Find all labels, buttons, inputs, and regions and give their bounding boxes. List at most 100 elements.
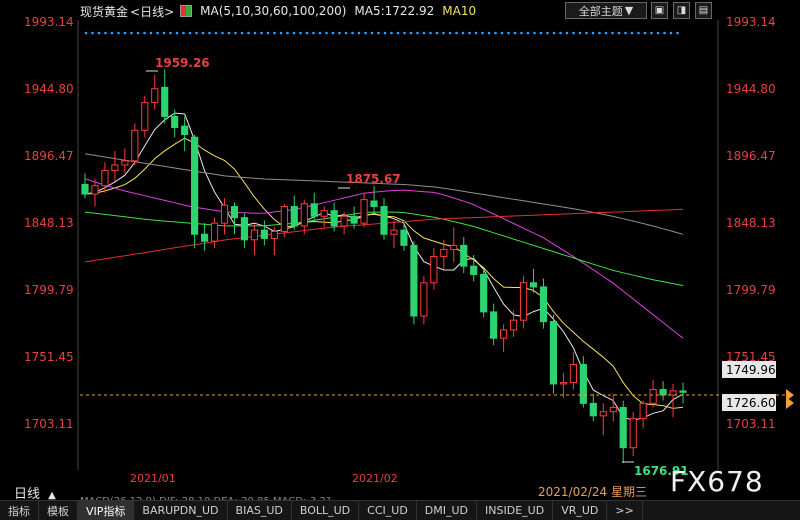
top-dot: [546, 31, 549, 35]
candle-down: [230, 206, 239, 219]
candle-up: [250, 229, 259, 241]
tab-barupdn[interactable]: BARUPDN_UD: [134, 501, 228, 520]
window-list-icon[interactable]: ▤: [695, 2, 712, 19]
y-tick-left: 1993.14: [24, 15, 74, 29]
top-dot: [637, 31, 640, 35]
tab-indicators[interactable]: 指标: [0, 501, 39, 520]
candle-down: [290, 206, 298, 227]
top-dot: [513, 31, 517, 35]
theme-select-button[interactable]: 全部主题 ▼: [565, 2, 647, 19]
candle-up: [320, 210, 328, 217]
candle-down: [659, 389, 667, 396]
top-dot: [572, 31, 575, 35]
candle-down: [171, 115, 179, 129]
candle-up: [519, 282, 528, 321]
tab-templates[interactable]: 模板: [39, 501, 78, 520]
candle-down: [191, 136, 199, 235]
candle-up: [440, 249, 448, 257]
top-dot: [448, 31, 452, 35]
top-dot: [455, 31, 458, 35]
top-dot: [364, 31, 367, 35]
top-dot: [409, 31, 413, 35]
candle-up: [270, 230, 278, 239]
top-dot: [598, 31, 601, 35]
top-dot: [156, 31, 159, 35]
top-dot: [214, 31, 218, 35]
x-tick-label: 2021/02: [352, 472, 398, 485]
top-dot: [500, 31, 504, 35]
top-dot: [630, 31, 634, 35]
top-dot: [461, 31, 465, 35]
top-dot: [494, 31, 497, 35]
candle-up: [669, 390, 677, 396]
tab-boll[interactable]: BOLL_UD: [292, 501, 360, 520]
top-dot: [344, 31, 348, 35]
candlestick-chart[interactable]: 1993.14 1993.14 1944.80 1944.80 1896.47 1896.…: [0, 0, 800, 500]
top-dot: [507, 31, 510, 35]
top-dot: [422, 31, 426, 35]
candle-up: [599, 411, 607, 417]
candle-up: [639, 402, 647, 420]
ma5-value: MA5:1722.92: [354, 4, 435, 18]
top-dot: [370, 31, 374, 35]
y-tick-left: 1848.13: [24, 216, 74, 230]
top-dot: [195, 31, 198, 35]
top-dot: [624, 31, 627, 35]
top-dot: [299, 31, 302, 35]
tab-cci[interactable]: CCI_UD: [359, 501, 417, 520]
candle-down: [370, 200, 378, 208]
tab-more[interactable]: >>: [607, 501, 643, 520]
candle-down: [240, 217, 249, 241]
price-tag-current: 1726.60: [726, 396, 776, 410]
top-dot: [474, 31, 478, 35]
top-dot: [481, 31, 484, 35]
candle-up: [629, 418, 637, 449]
candle-down: [539, 286, 548, 323]
candle-down: [201, 233, 209, 242]
candle-down: [310, 203, 318, 217]
top-dot: [260, 31, 263, 35]
tab-vr[interactable]: VR_UD: [553, 501, 608, 520]
tab-vip-indicators[interactable]: VIP指标: [78, 501, 135, 520]
candle-down: [490, 311, 498, 339]
candle-down: [81, 183, 89, 195]
top-dot: [429, 31, 432, 35]
top-dot: [273, 31, 276, 35]
top-dot: [149, 31, 153, 35]
candle-down: [410, 244, 418, 317]
y-tick-right: 1848.13: [726, 216, 776, 230]
top-dot: [136, 31, 140, 35]
y-tick-left: 1799.79: [24, 283, 74, 297]
tab-dmi[interactable]: DMI_UD: [417, 501, 478, 520]
candle-up: [450, 244, 458, 251]
top-dot: [650, 31, 653, 35]
ma10-label: MA10: [442, 4, 477, 18]
ma-params-label[interactable]: MA(5,10,30,60,100,200): [200, 4, 346, 18]
window-restore-icon[interactable]: ▣: [651, 2, 668, 19]
ma-settings-icon[interactable]: [180, 5, 193, 17]
top-dot-row: [84, 31, 679, 35]
top-dot: [468, 31, 471, 35]
chevron-down-icon: ▼: [624, 4, 634, 17]
candle-up: [559, 382, 567, 385]
y-tick-right: 1799.79: [726, 283, 776, 297]
top-dot: [604, 31, 608, 35]
top-dot: [663, 31, 666, 35]
top-dot: [91, 31, 94, 35]
tab-bias[interactable]: BIAS_UD: [228, 501, 292, 520]
top-dot: [130, 31, 133, 35]
candle-down: [589, 402, 597, 417]
y-tick-right: 1703.11: [726, 417, 776, 431]
top-dot: [162, 31, 166, 35]
candle-up: [569, 364, 577, 384]
y-tick-left: 1944.80: [24, 82, 74, 96]
top-dot: [656, 31, 660, 35]
tab-inside[interactable]: INSIDE_UD: [477, 501, 554, 520]
candle-down: [330, 210, 338, 227]
top-dot: [286, 31, 289, 35]
top-dot: [325, 31, 328, 35]
candle-up: [500, 329, 508, 339]
candle-up: [649, 389, 657, 404]
period-label[interactable]: <日线>: [130, 3, 174, 20]
window-split-icon[interactable]: ◨: [673, 2, 690, 19]
